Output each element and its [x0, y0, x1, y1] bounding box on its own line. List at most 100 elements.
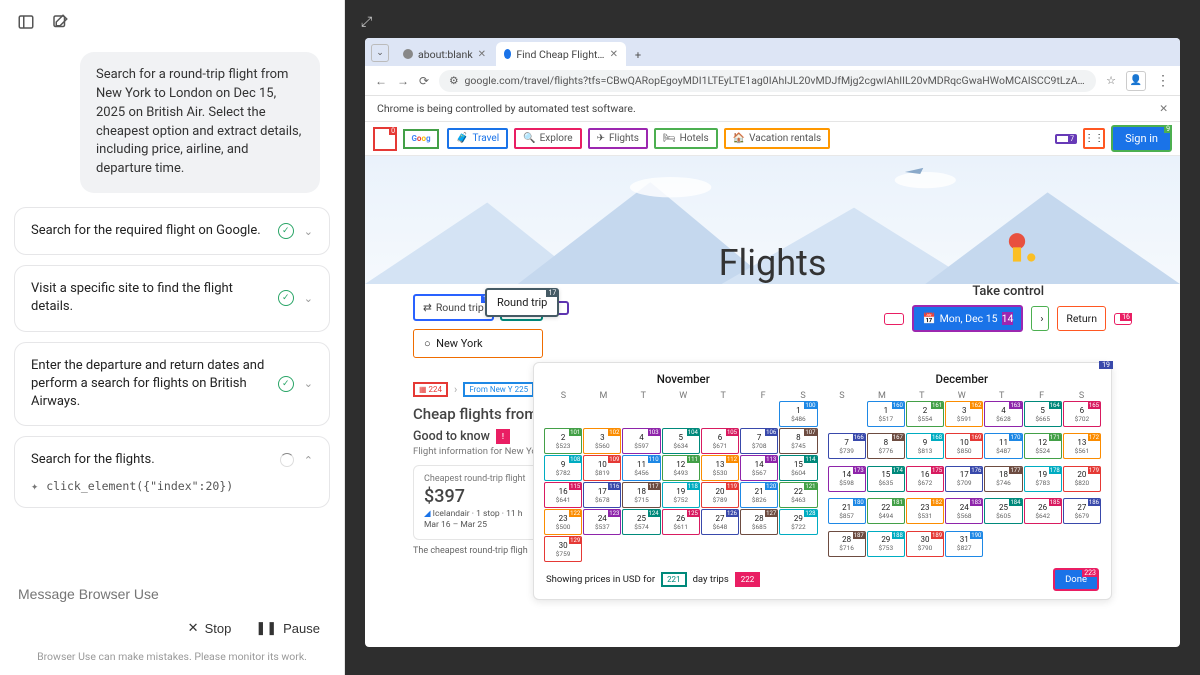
calendar-day[interactable]: 1645$665 — [1024, 401, 1062, 427]
badge-221[interactable]: 221 — [661, 572, 687, 587]
next-icon[interactable]: › — [1031, 306, 1049, 331]
calendar-day[interactable]: 18930$790 — [906, 531, 944, 557]
calendar-day[interactable]: 11718$715 — [622, 482, 660, 508]
trip-type-chip[interactable]: ⇄ Round trip10 — [413, 294, 494, 321]
calendar-day[interactable]: 1678$776 — [867, 433, 905, 459]
calendar-day[interactable]: 18627$679 — [1063, 498, 1101, 524]
url-field[interactable]: ⚙google.com/travel/flights?tfs=CBwQARopE… — [439, 70, 1096, 92]
calendar-day[interactable]: 17516$672 — [906, 466, 944, 492]
calendar-day[interactable]: 17011$487 — [984, 433, 1022, 459]
calendar-day[interactable]: 12425$574 — [622, 509, 660, 535]
tab-dropdown[interactable]: ⌄ — [371, 44, 389, 62]
calendar-day[interactable]: 18324$568 — [945, 498, 983, 524]
calendar-day[interactable]: 17617$709 — [945, 466, 983, 492]
chevron-down-icon[interactable]: ⌄ — [304, 225, 313, 238]
calendar-day[interactable]: 1034$597 — [622, 428, 660, 454]
calendar-day[interactable]: 1045$634 — [662, 428, 700, 454]
calendar-day[interactable]: 17718$746 — [984, 466, 1022, 492]
calendar-day[interactable]: 12223$500 — [544, 509, 582, 535]
calendar-day[interactable]: 1067$708 — [740, 428, 778, 454]
calendar-day[interactable]: 11314$567 — [740, 455, 778, 481]
origin-input[interactable]: ○ New York — [413, 329, 543, 358]
reload-icon[interactable]: ⟳ — [419, 74, 429, 88]
chevron-down-icon[interactable]: ⌄ — [304, 377, 313, 390]
calendar-day[interactable]: 11415$604 — [779, 455, 817, 481]
sidebar-toggle-icon[interactable] — [16, 12, 36, 32]
calendar-day[interactable]: 17112$524 — [1024, 433, 1062, 459]
close-icon[interactable]: ✕ — [1159, 102, 1168, 115]
task-item[interactable]: Enter the departure and return dates and… — [14, 342, 330, 427]
chevron-down-icon[interactable]: ⌄ — [304, 292, 313, 305]
calendar-day[interactable]: 1667$739 — [828, 433, 866, 459]
calendar-day[interactable]: 1089$782 — [544, 455, 582, 481]
task-item[interactable]: Search for the required flight on Google… — [14, 207, 330, 255]
calendar-day[interactable]: 12324$537 — [583, 509, 621, 535]
calendar-day[interactable]: 17213$561 — [1063, 433, 1101, 459]
calendar-day[interactable]: 12526$611 — [662, 509, 700, 535]
badge-222[interactable]: 222 — [735, 572, 761, 587]
calendar-day[interactable]: 17415$635 — [867, 466, 905, 492]
calendar-day[interactable]: 11011$456 — [622, 455, 660, 481]
calendar-day[interactable]: 1001$486 — [779, 401, 817, 427]
task-item[interactable]: Visit a specific site to find the flight… — [14, 265, 330, 331]
calendar-day[interactable]: 11920$789 — [701, 482, 739, 508]
calendar-day[interactable]: 18425$605 — [984, 498, 1022, 524]
calendar-day[interactable]: 12930$759 — [544, 536, 582, 562]
calendar-day[interactable]: 11819$752 — [662, 482, 700, 508]
calendar-day[interactable]: 11213$530 — [701, 455, 739, 481]
close-icon[interactable]: ✕ — [610, 49, 618, 60]
new-tab-button[interactable]: + — [628, 49, 648, 62]
calendar-day[interactable]: 12021$826 — [740, 482, 778, 508]
back-icon[interactable]: ← — [375, 74, 387, 88]
nav-travel[interactable]: 🧳 Travel — [447, 128, 508, 149]
nav-flights[interactable]: ✈ Flights — [588, 128, 648, 149]
forward-icon[interactable]: → — [397, 74, 409, 88]
calendar-day[interactable]: 11516$641 — [544, 482, 582, 508]
trip-type-overlay[interactable]: Round trip17 — [485, 288, 559, 317]
return-date[interactable]: Return — [1057, 306, 1106, 331]
star-icon[interactable]: ☆ — [1106, 74, 1116, 87]
google-logo[interactable]: Goog — [403, 129, 439, 149]
calendar-day[interactable]: 1612$554 — [906, 401, 944, 427]
calendar-day[interactable]: 1078$745 — [779, 428, 817, 454]
nav-hotels[interactable]: 🛏 Hotels — [654, 128, 718, 149]
close-icon[interactable]: 16 — [1114, 313, 1132, 325]
close-icon[interactable]: ✕ — [478, 49, 486, 60]
task-item[interactable]: Search for the flights. ⌃ ✦ click_elemen… — [14, 436, 330, 508]
depart-date[interactable]: 📅 Mon, Dec 1514 — [912, 305, 1023, 332]
calendar-day[interactable]: 18223$531 — [906, 498, 944, 524]
new-chat-icon[interactable] — [50, 12, 70, 32]
prev-icon[interactable] — [884, 313, 904, 325]
nav-rentals[interactable]: 🏠 Vacation rentals — [724, 128, 831, 149]
signin-button[interactable]: Sign in9 — [1111, 125, 1172, 152]
calendar-day[interactable]: 18526$642 — [1024, 498, 1062, 524]
calendar-day[interactable]: 1623$591 — [945, 401, 983, 427]
calendar-day[interactable]: 11617$678 — [583, 482, 621, 508]
calendar-day[interactable]: 18829$753 — [867, 531, 905, 557]
nav-explore[interactable]: 🔍 Explore — [514, 128, 581, 149]
pause-button[interactable]: ❚❚Pause — [255, 620, 320, 636]
grid-icon[interactable]: ⋮⋮ — [1083, 128, 1105, 149]
apps-icon[interactable]: 7 — [1055, 134, 1077, 144]
from-ny-chip[interactable]: From New Y 225 — [463, 382, 534, 397]
message-input[interactable] — [18, 578, 326, 610]
calendar-day[interactable]: 19031$827 — [945, 531, 983, 557]
collapse-icon[interactable]: ⤢ — [361, 14, 372, 30]
calendar-day[interactable]: 17314$598 — [828, 466, 866, 492]
calendar-day[interactable]: 12627$648 — [701, 509, 739, 535]
badge-224[interactable]: ▦ 224 — [413, 382, 448, 397]
calendar-day[interactable]: 1023$560 — [583, 428, 621, 454]
hamburger-icon[interactable]: 0 — [373, 127, 397, 151]
calendar-day[interactable]: 1012$523 — [544, 428, 582, 454]
calendar-day[interactable]: 17920$820 — [1063, 466, 1101, 492]
browser-tab[interactable]: about:blank✕ — [395, 42, 494, 66]
chevron-up-icon[interactable]: ⌃ — [304, 454, 313, 467]
calendar-day[interactable]: 1056$671 — [701, 428, 739, 454]
calendar-day[interactable]: 18021$857 — [828, 498, 866, 524]
calendar-day[interactable]: 18728$716 — [828, 531, 866, 557]
calendar-done-button[interactable]: Done223 — [1053, 568, 1099, 591]
browser-tab[interactable]: Find Cheap Flights from N✕ — [496, 42, 626, 66]
calendar-day[interactable]: 1601$517 — [867, 401, 905, 427]
calendar-day[interactable]: 12122$463 — [779, 482, 817, 508]
calendar-day[interactable]: 12728$685 — [740, 509, 778, 535]
